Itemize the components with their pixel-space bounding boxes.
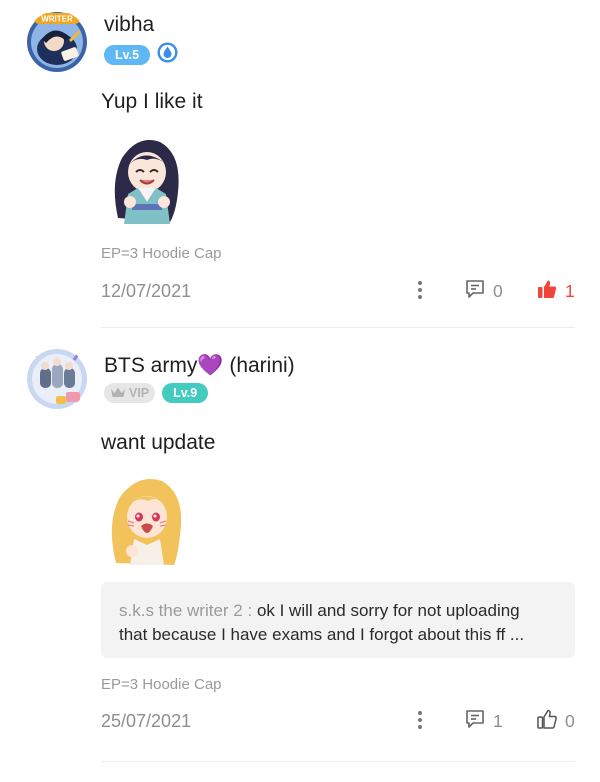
reply-text-1: ok I will and sorry for not uploading: [256, 601, 520, 620]
crown-icon: [110, 386, 126, 401]
thumbs-up-outline-icon: [536, 708, 558, 735]
comment-icon: [464, 708, 486, 735]
vip-badge: VIP: [104, 383, 156, 403]
level-badge: Lv.9: [162, 383, 209, 403]
reply-count-button[interactable]: 1: [464, 708, 503, 735]
anime-girl-crying-sticker: [104, 473, 190, 567]
more-vertical-icon[interactable]: [413, 709, 427, 731]
vip-label: VIP: [129, 386, 150, 400]
badge-row: VIP Lv.9: [104, 383, 209, 403]
like-button[interactable]: 0: [536, 708, 575, 735]
divider: [101, 761, 575, 762]
reply-author[interactable]: s.k.s the writer 2 :: [119, 601, 257, 620]
reply-text-2: that because I have exams and I forgot a…: [119, 625, 525, 644]
comment-text: want update: [101, 431, 216, 454]
like-count: 0: [565, 711, 575, 731]
comment-date: 25/07/2021: [101, 711, 192, 731]
reply-line-1: s.k.s the writer 2 : ok I will and sorry…: [119, 601, 520, 621]
reply-preview[interactable]: s.k.s the writer 2 : ok I will and sorry…: [101, 582, 575, 658]
comment-item: BTS army💜 (harini) VIP Lv.9 want update: [0, 0, 600, 782]
reply-count: 1: [493, 711, 503, 731]
username[interactable]: BTS army💜 (harini): [104, 354, 295, 378]
avatar[interactable]: [26, 348, 88, 410]
episode-label: EP=3 Hoodie Cap: [101, 676, 222, 693]
